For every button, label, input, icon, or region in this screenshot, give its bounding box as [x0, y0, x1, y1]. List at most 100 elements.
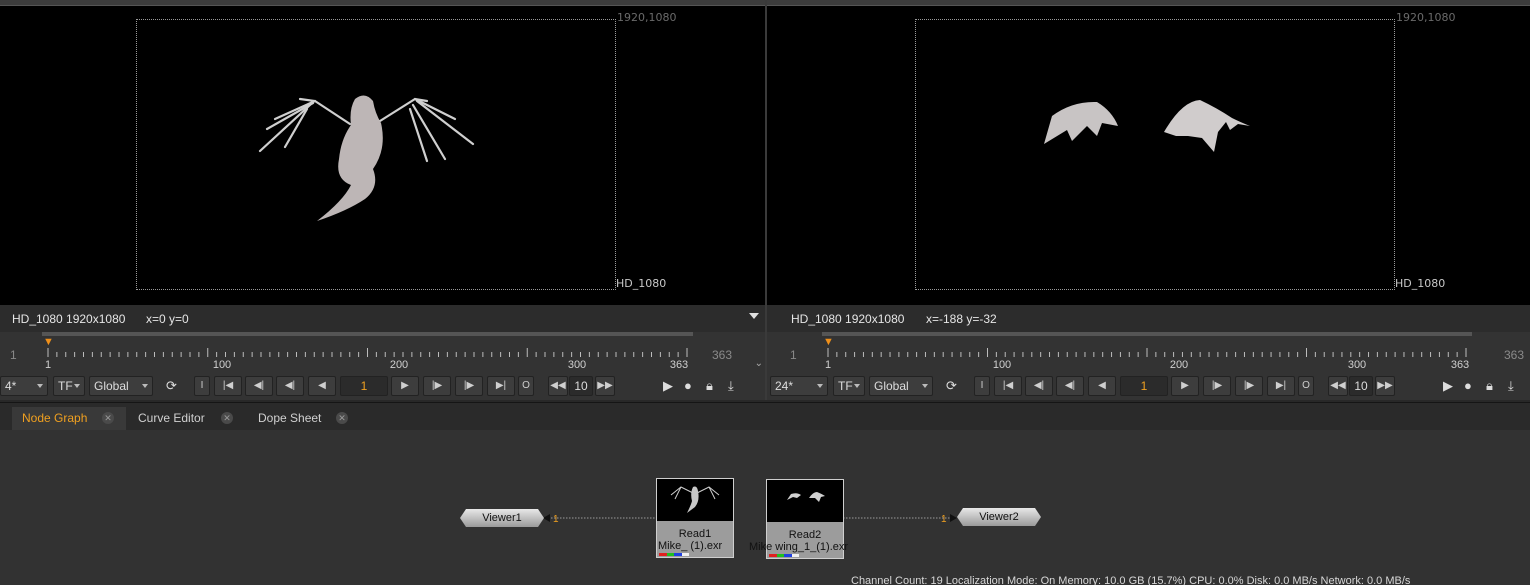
step-increment-field[interactable]: 10 — [1349, 376, 1373, 396]
info-coordinates: x=-188 y=-32 — [926, 312, 997, 326]
viewer-pane-1[interactable]: 1920,1080 HD_1080 HD_1080 1920x1080 x=0 … — [0, 0, 765, 400]
global-dropdown[interactable]: Global — [89, 376, 153, 396]
read2-thumbnail — [767, 480, 843, 522]
read2-node[interactable]: Read2 Mike wing_1_(1).exr — [749, 479, 848, 559]
tab-dope-sheet[interactable]: Dope Sheet ✕ — [248, 407, 358, 431]
viewer1-input-number: 1 — [553, 514, 559, 525]
format-corner-label: 1920,1080 — [617, 11, 677, 24]
viewer-info-bar: HD_1080 1920x1080 x=0 y=0 — [0, 305, 765, 332]
play-backward-button[interactable]: ◀ — [308, 376, 336, 396]
fps-dropdown[interactable]: 24* — [770, 376, 828, 396]
first-frame-button[interactable]: |◀ — [994, 376, 1022, 396]
info-menu-triangle-icon[interactable] — [749, 313, 759, 319]
timeline-track[interactable]: ▼ 1 100 200 300 363 — [42, 332, 693, 372]
info-format: HD_1080 1920x1080 — [12, 312, 126, 326]
in-point-button[interactable]: I — [974, 376, 990, 396]
step-forward-button[interactable]: ▶▶ — [595, 376, 615, 396]
lock-icon[interactable]: 🔒︎ — [706, 378, 713, 394]
timeline-tick-label: 363 — [669, 359, 689, 371]
tab-label: Node Graph — [22, 411, 88, 425]
tab-node-graph[interactable]: Node Graph ✕ — [12, 407, 126, 431]
close-icon[interactable]: ✕ — [336, 412, 348, 424]
format-corner-label: 1920,1080 — [1396, 11, 1456, 24]
play-forward-button[interactable]: ▶ — [391, 376, 419, 396]
last-frame-button[interactable]: ▶| — [487, 376, 515, 396]
dragon-thumbnail-image — [670, 486, 720, 513]
output-icon[interactable]: ⤓ — [728, 378, 734, 394]
fps-dropdown[interactable]: 4* — [0, 376, 48, 396]
global-dropdown[interactable]: Global — [869, 376, 933, 396]
step-back-button[interactable]: ◀◀ — [1328, 376, 1348, 396]
step-increment-field[interactable]: 10 — [569, 376, 593, 396]
wings-render-image — [1044, 100, 1250, 152]
prev-keyframe-button[interactable]: ◀| — [245, 376, 273, 396]
out-point-button[interactable]: O — [518, 376, 534, 396]
current-frame-field[interactable]: 1 — [1120, 376, 1168, 396]
channel-indicator — [659, 553, 689, 556]
next-frame-button[interactable]: |▶ — [1203, 376, 1231, 396]
timeline[interactable]: 1 ▼ 1 100 200 300 363 363 ⌄ — [0, 332, 765, 372]
last-frame-button[interactable]: ▶| — [1267, 376, 1295, 396]
tab-label: Dope Sheet — [258, 411, 322, 425]
sync-icon[interactable]: ⟳ — [166, 378, 177, 394]
node-graph-canvas[interactable]: Viewer1 1 Read1 Mike_ (1).exr Read2 Mike… — [0, 430, 1530, 585]
viewer1-node[interactable]: Viewer1 — [460, 509, 544, 527]
read1-node[interactable]: Read1 Mike_ (1).exr — [656, 478, 734, 558]
play-forward-button[interactable]: ▶ — [1171, 376, 1199, 396]
timeline-tick-label: 300 — [1347, 359, 1367, 371]
chevron-down-icon — [817, 384, 823, 388]
playhead-icon[interactable]: ▼ — [823, 336, 834, 348]
out-point-button[interactable]: O — [1298, 376, 1314, 396]
viewer-pane-2[interactable]: 1920,1080 HD_1080 HD_1080 1920x1080 x=-1… — [767, 0, 1530, 400]
chevron-down-icon — [74, 384, 80, 388]
viewer-canvas[interactable]: 1920,1080 HD_1080 — [0, 6, 765, 305]
info-format: HD_1080 1920x1080 — [791, 312, 905, 326]
timeline-tick-label: 200 — [389, 359, 409, 371]
next-keyframe-button[interactable]: |▶ — [455, 376, 483, 396]
prev-frame-button[interactable]: ◀| — [276, 376, 304, 396]
step-back-button[interactable]: ◀◀ — [548, 376, 568, 396]
prev-frame-button[interactable]: ◀| — [1056, 376, 1084, 396]
timeline-tick-label: 200 — [1169, 359, 1189, 371]
next-keyframe-button[interactable]: |▶ — [1235, 376, 1263, 396]
viewer-canvas[interactable]: 1920,1080 HD_1080 — [767, 6, 1530, 305]
timeline-tick-label: 100 — [992, 359, 1012, 371]
lock-icon[interactable]: 🔒︎ — [1486, 378, 1493, 394]
play-backward-button[interactable]: ◀ — [1088, 376, 1116, 396]
playback-controls: 24* TF Global ⟳ I |◀ ◀| ◀| ◀ 1 ▶ |▶ |▶ ▶… — [767, 372, 1530, 400]
expand-chevron-icon[interactable]: ⌄ — [755, 358, 763, 369]
panel-tab-bar: Node Graph ✕ Curve Editor ✕ Dope Sheet ✕ — [0, 402, 1530, 431]
record-icon[interactable]: ● — [684, 378, 692, 393]
timeline-track[interactable]: ▼ 1 100 200 300 363 — [822, 332, 1472, 372]
step-forward-button[interactable]: ▶▶ — [1375, 376, 1395, 396]
tab-curve-editor[interactable]: Curve Editor ✕ — [128, 407, 242, 431]
global-label: Global — [94, 379, 129, 393]
read2-name: Read2 — [788, 529, 822, 541]
viewer2-node[interactable]: Viewer2 — [957, 508, 1041, 526]
format-name-label: HD_1080 — [1395, 277, 1446, 290]
record-icon[interactable]: ● — [1464, 378, 1472, 393]
next-frame-button[interactable]: |▶ — [423, 376, 451, 396]
current-frame-field[interactable]: 1 — [340, 376, 388, 396]
playback-mode-icon[interactable]: ▶ — [1443, 378, 1453, 394]
timeline-start-frame: 1 — [10, 348, 17, 362]
prev-keyframe-button[interactable]: ◀| — [1025, 376, 1053, 396]
output-icon[interactable]: ⤓ — [1508, 378, 1514, 394]
timeline[interactable]: 1 ▼ 1 100 200 300 363 363 — [767, 332, 1530, 372]
close-icon[interactable]: ✕ — [221, 412, 233, 424]
tf-dropdown[interactable]: TF — [833, 376, 865, 396]
sync-icon[interactable]: ⟳ — [946, 378, 957, 394]
tf-dropdown[interactable]: TF — [53, 376, 85, 396]
fps-value: 4* — [5, 379, 17, 393]
playback-mode-icon[interactable]: ▶ — [663, 378, 673, 394]
close-icon[interactable]: ✕ — [102, 412, 114, 424]
timeline-tick-label: 1 — [44, 359, 52, 371]
playback-controls: 4* TF Global ⟳ I |◀ ◀| ◀| ◀ 1 ▶ |▶ |▶ ▶|… — [0, 372, 765, 400]
timeline-tick-label: 363 — [1450, 359, 1470, 371]
dragon-render-image — [258, 95, 475, 221]
info-coordinates: x=0 y=0 — [146, 312, 189, 326]
timeline-ticks — [47, 348, 688, 357]
in-point-button[interactable]: I — [194, 376, 210, 396]
first-frame-button[interactable]: |◀ — [214, 376, 242, 396]
playhead-icon[interactable]: ▼ — [43, 336, 54, 348]
